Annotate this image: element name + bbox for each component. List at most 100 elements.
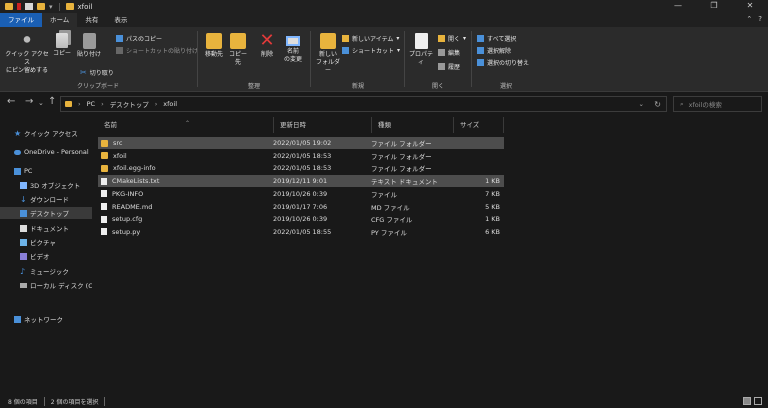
divider <box>104 396 106 406</box>
invert-selection-icon <box>477 59 484 66</box>
tab-home[interactable]: ホーム <box>42 13 78 27</box>
file-name-cell: CMakeLists.txt <box>98 177 270 185</box>
copy-button[interactable]: コピー <box>52 33 72 58</box>
customize-dropdown-icon[interactable]: ▾ <box>49 3 53 11</box>
column-header-size[interactable]: サイズ <box>454 117 504 133</box>
breadcrumb-pc[interactable]: PC <box>87 100 95 108</box>
file-row[interactable]: src 2022/01/05 19:02 ファイル フォルダー <box>98 137 504 149</box>
file-name: setup.cfg <box>112 215 143 224</box>
edit-button[interactable]: 編集 <box>438 48 460 57</box>
new-folder-button[interactable]: 新しい フォルダー <box>314 33 342 75</box>
sidebar-item-3d-objects[interactable]: 3D オブジェクト <box>20 179 80 191</box>
sort-up-icon: ⌃ <box>185 120 191 127</box>
sidebar-item-music[interactable]: ♪ ミュージック <box>20 265 69 277</box>
address-field[interactable]: › PC › デスクトップ › xfoil ⌄ ↻ <box>60 96 667 112</box>
tab-file[interactable]: ファイル <box>0 13 42 27</box>
chevron-right-icon[interactable]: › <box>78 100 81 108</box>
large-icons-view-icon[interactable] <box>754 397 762 405</box>
close-button[interactable]: ✕ <box>732 0 768 13</box>
refresh-icon[interactable]: ↻ <box>654 100 661 109</box>
shortcut-icon <box>342 47 349 54</box>
file-name: xfoil <box>113 151 127 160</box>
check-icon[interactable] <box>17 3 21 10</box>
tab-share[interactable]: 共有 <box>77 13 106 27</box>
paste-shortcut-button[interactable]: ショートカットの貼り付け <box>116 46 198 55</box>
file-row[interactable]: README.md 2019/01/17 7:06 MD ファイル 5 KB <box>98 201 504 213</box>
file-icon <box>101 228 107 236</box>
pin-label-2: にピン留めする <box>5 67 48 74</box>
minimize-button[interactable]: — <box>660 0 696 13</box>
search-icon: ⌕ <box>680 99 684 108</box>
file-type: CFG ファイル <box>371 216 413 225</box>
select-none-button[interactable]: 選択解除 <box>477 46 511 55</box>
select-none-label: 選択解除 <box>487 48 512 55</box>
history-button[interactable]: 履歴 <box>438 62 460 71</box>
back-arrow-icon[interactable]: ← <box>7 96 15 107</box>
select-all-button[interactable]: すべて選択 <box>477 34 516 43</box>
help-icon[interactable]: ? <box>758 15 762 23</box>
move-to-button[interactable]: 移動先 <box>203 33 225 59</box>
recent-locations-chevron-icon[interactable]: ⌄ <box>38 99 44 107</box>
sidebar-item-downloads[interactable]: ↓ ダウンロード <box>20 193 69 205</box>
file-row[interactable]: CMakeLists.txt 2019/12/11 9:01 テキスト ドキュメント… <box>98 175 504 188</box>
chevron-right-icon[interactable]: › <box>155 100 158 108</box>
edit-icon <box>438 49 445 56</box>
paste-button[interactable]: 貼り付け <box>76 33 102 59</box>
file-row[interactable]: xfoil 2022/01/05 18:53 ファイル フォルダー <box>98 150 504 162</box>
collapse-ribbon-icon[interactable]: ⌃ <box>746 15 752 23</box>
sidebar-item-documents[interactable]: ドキュメント <box>20 222 69 234</box>
properties-icon[interactable] <box>25 3 33 10</box>
file-type: ファイル フォルダー <box>371 152 432 161</box>
file-name-cell: xfoil.egg-info <box>98 164 270 172</box>
sidebar-item-label: ミュージック <box>30 268 69 276</box>
pin-quick-access-button[interactable]: クイック アクセス にピン留めする <box>4 33 50 75</box>
details-view-icon[interactable] <box>743 397 751 405</box>
file-size: 5 KB <box>485 202 500 211</box>
shortcut-button[interactable]: ショートカット ▾ <box>342 46 400 55</box>
rename-label-1: 名前 <box>286 48 299 55</box>
column-header-name[interactable]: ⌃ 名前 <box>98 117 274 133</box>
file-name-cell: setup.py <box>98 228 270 236</box>
copy-path-button[interactable]: パスのコピー <box>116 34 162 43</box>
new-item-button[interactable]: 新しいアイテム ▾ <box>342 34 399 43</box>
search-input[interactable]: ⌕ xfoilの検索 <box>673 96 762 112</box>
sidebar-item-pc[interactable]: PC <box>14 165 32 177</box>
paste-shortcut-icon <box>116 47 123 54</box>
file-row[interactable]: PKG-INFO 2019/10/26 0:39 ファイル 7 KB <box>98 188 504 200</box>
sidebar-item-onedrive[interactable]: OneDrive - Personal <box>14 146 92 158</box>
copy-to-button[interactable]: コピー先 <box>227 33 249 67</box>
delete-icon: ✕ <box>259 30 275 51</box>
rename-button[interactable]: 名前 の変更 <box>281 33 305 64</box>
column-header-type[interactable]: 種類 <box>372 117 454 133</box>
properties-button[interactable]: プロパティ <box>407 33 435 67</box>
address-dropdown-icon[interactable]: ⌄ <box>639 100 644 108</box>
breadcrumb-xfoil[interactable]: xfoil <box>163 100 177 108</box>
tab-view[interactable]: 表示 <box>106 13 135 27</box>
column-header-date[interactable]: 更新日時 <box>274 117 372 133</box>
file-row[interactable]: setup.cfg 2019/10/26 0:39 CFG ファイル 1 KB <box>98 213 504 225</box>
file-name: xfoil.egg-info <box>113 164 156 173</box>
file-row[interactable]: setup.py 2022/01/05 18:55 PY ファイル 6 KB <box>98 226 504 238</box>
cube-icon <box>20 181 27 189</box>
rename-icon <box>286 36 300 46</box>
cut-button[interactable]: ✂ 切り取り <box>80 68 114 77</box>
breadcrumb-desktop[interactable]: デスクトップ <box>110 99 149 109</box>
sidebar-item-desktop[interactable]: デスクトップ <box>0 207 92 219</box>
invert-selection-button[interactable]: 選択の切り替え <box>477 58 529 67</box>
open-button[interactable]: 開く ▾ <box>438 34 466 43</box>
sidebar-item-network[interactable]: ネットワーク <box>14 313 63 325</box>
sidebar-item-quick-access[interactable]: ★ クイック アクセス <box>14 127 78 139</box>
file-row[interactable]: xfoil.egg-info 2022/01/05 18:53 ファイル フォルダー <box>98 162 504 174</box>
sidebar-item-pictures[interactable]: ピクチャ <box>20 236 56 248</box>
new-folder-icon[interactable] <box>37 3 45 10</box>
forward-arrow-icon[interactable]: → <box>25 96 33 107</box>
maximize-button[interactable]: ❐ <box>696 0 732 13</box>
sidebar-item-label: クイック アクセス <box>24 130 78 138</box>
delete-button[interactable]: ✕ 削除 <box>257 30 277 59</box>
sidebar-item-local-disk[interactable]: ローカル ディスク (C:) <box>20 279 92 291</box>
up-arrow-icon[interactable]: ↑ <box>48 96 56 107</box>
chevron-right-icon[interactable]: › <box>101 100 104 108</box>
sidebar-item-videos[interactable]: ビデオ <box>20 250 50 262</box>
folder-icon[interactable] <box>5 3 13 10</box>
new-folder-icon <box>320 33 336 49</box>
